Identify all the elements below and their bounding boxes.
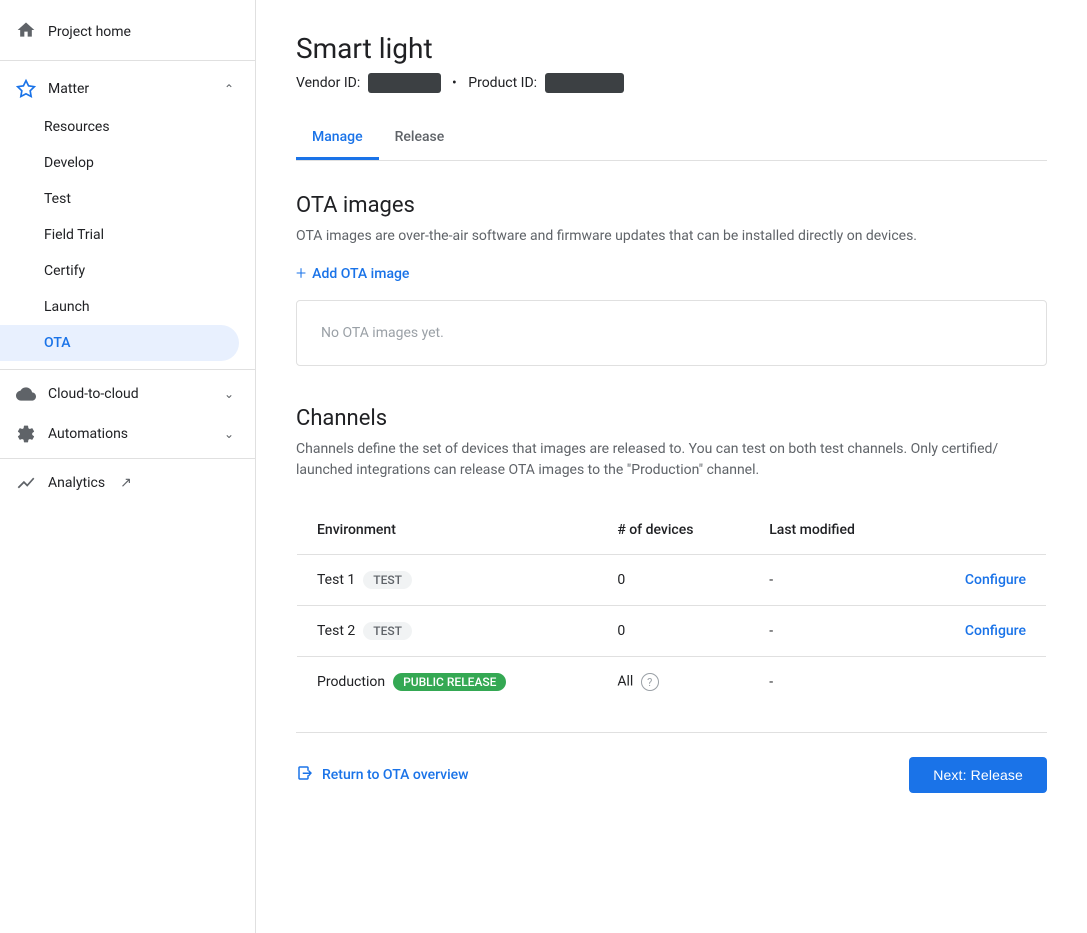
automations-icon: [16, 424, 36, 444]
vendor-id-value: [368, 73, 440, 93]
badge-test2: TEST: [363, 622, 412, 640]
home-icon: [16, 20, 36, 44]
matter-section: Matter ⌃ Resources Develop Test Field Tr…: [0, 65, 255, 365]
badge-production: PUBLIC RELEASE: [393, 673, 506, 691]
configure-test2-link[interactable]: Configure: [965, 623, 1026, 639]
footer-row: Return to OTA overview Next: Release: [296, 757, 1047, 793]
ota-section-title: OTA images: [296, 193, 1047, 218]
vendor-id-label: Vendor ID:: [296, 75, 360, 91]
ota-empty-box: No OTA images yet.: [296, 300, 1047, 366]
action-production: [914, 657, 1047, 708]
sidebar-item-develop[interactable]: Develop: [0, 145, 255, 181]
return-icon: [296, 764, 314, 786]
table-row: Production PUBLIC RELEASE All ? -: [297, 657, 1047, 708]
env-cell-test1: Test 1 TEST: [297, 555, 598, 606]
sidebar-item-launch[interactable]: Launch: [0, 289, 255, 325]
table-row: Test 1 TEST 0 - Configure: [297, 555, 1047, 606]
sidebar-item-resources[interactable]: Resources: [0, 109, 255, 145]
product-id-label: Product ID:: [468, 75, 537, 91]
ota-section-desc: OTA images are over-the-air software and…: [296, 226, 1047, 247]
sidebar-item-analytics[interactable]: Analytics ↗: [0, 463, 255, 503]
automations-chevron-icon: ⌄: [219, 424, 239, 444]
automations-label: Automations: [48, 426, 207, 442]
env-cell-production: Production PUBLIC RELEASE: [297, 657, 598, 708]
env-cell-test2: Test 2 TEST: [297, 606, 598, 657]
page-title: Smart light: [296, 32, 1047, 65]
add-ota-label: Add OTA image: [312, 266, 409, 282]
sidebar-item-field-trial[interactable]: Field Trial: [0, 217, 255, 253]
matter-label: Matter: [48, 81, 207, 97]
env-name-production: Production: [317, 674, 385, 690]
sidebar: Project home Matter ⌃ Resources Develop …: [0, 0, 256, 933]
analytics-icon: [16, 473, 36, 493]
footer-divider: [296, 732, 1047, 733]
tab-bar: Manage Release: [296, 117, 1047, 161]
col-environment: Environment: [297, 506, 598, 555]
channels-title: Channels: [296, 406, 1047, 431]
product-id-value: [545, 73, 624, 93]
tab-release[interactable]: Release: [379, 117, 461, 160]
sidebar-item-certify[interactable]: Certify: [0, 253, 255, 289]
cloud-icon: [16, 384, 36, 404]
plus-icon: +: [296, 263, 306, 284]
devices-test2: 0: [597, 606, 749, 657]
col-actions: [914, 506, 1047, 555]
action-test2: Configure: [914, 606, 1047, 657]
channels-desc: Channels define the set of devices that …: [296, 439, 1047, 481]
env-name-test2: Test 2: [317, 623, 355, 639]
sidebar-item-cloud-to-cloud[interactable]: Cloud-to-cloud ⌄: [0, 374, 255, 414]
channels-table: Environment # of devices Last modified T…: [296, 505, 1047, 708]
external-link-icon: ↗: [117, 474, 135, 492]
matter-chevron-up-icon: ⌃: [219, 79, 239, 99]
return-to-ota-link[interactable]: Return to OTA overview: [296, 764, 469, 786]
modified-production: -: [749, 657, 913, 708]
next-release-button[interactable]: Next: Release: [909, 757, 1047, 793]
meta-row: Vendor ID: • Product ID:: [296, 73, 1047, 93]
tab-manage[interactable]: Manage: [296, 117, 379, 160]
sidebar-divider-2: [0, 369, 255, 370]
sidebar-item-automations[interactable]: Automations ⌄: [0, 414, 255, 454]
cloud-to-cloud-label: Cloud-to-cloud: [48, 386, 207, 402]
configure-test1-link[interactable]: Configure: [965, 572, 1026, 588]
cloud-chevron-icon: ⌄: [219, 384, 239, 404]
table-row: Test 2 TEST 0 - Configure: [297, 606, 1047, 657]
action-test1: Configure: [914, 555, 1047, 606]
env-name-test1: Test 1: [317, 572, 355, 588]
sidebar-divider: [0, 60, 255, 61]
matter-icon: [16, 79, 36, 99]
meta-separator: •: [449, 75, 461, 91]
devices-test1: 0: [597, 555, 749, 606]
analytics-label: Analytics: [48, 475, 105, 491]
sidebar-project-home[interactable]: Project home: [0, 8, 255, 56]
main-content: Smart light Vendor ID: • Product ID: Man…: [256, 0, 1087, 933]
add-ota-image-link[interactable]: + Add OTA image: [296, 263, 409, 284]
ota-section: OTA images OTA images are over-the-air s…: [296, 193, 1047, 366]
sidebar-item-test[interactable]: Test: [0, 181, 255, 217]
channels-section: Channels Channels define the set of devi…: [296, 406, 1047, 708]
sidebar-divider-3: [0, 458, 255, 459]
modified-test1: -: [749, 555, 913, 606]
project-home-label: Project home: [48, 24, 131, 40]
ota-empty-message: No OTA images yet.: [321, 325, 444, 341]
badge-test1: TEST: [363, 571, 412, 589]
modified-test2: -: [749, 606, 913, 657]
col-devices: # of devices: [597, 506, 749, 555]
devices-help-icon[interactable]: ?: [641, 673, 659, 691]
sidebar-item-ota[interactable]: OTA: [0, 325, 239, 361]
sidebar-item-matter[interactable]: Matter ⌃: [0, 69, 255, 109]
devices-production: All ?: [597, 657, 749, 708]
return-label: Return to OTA overview: [322, 767, 469, 783]
col-modified: Last modified: [749, 506, 913, 555]
